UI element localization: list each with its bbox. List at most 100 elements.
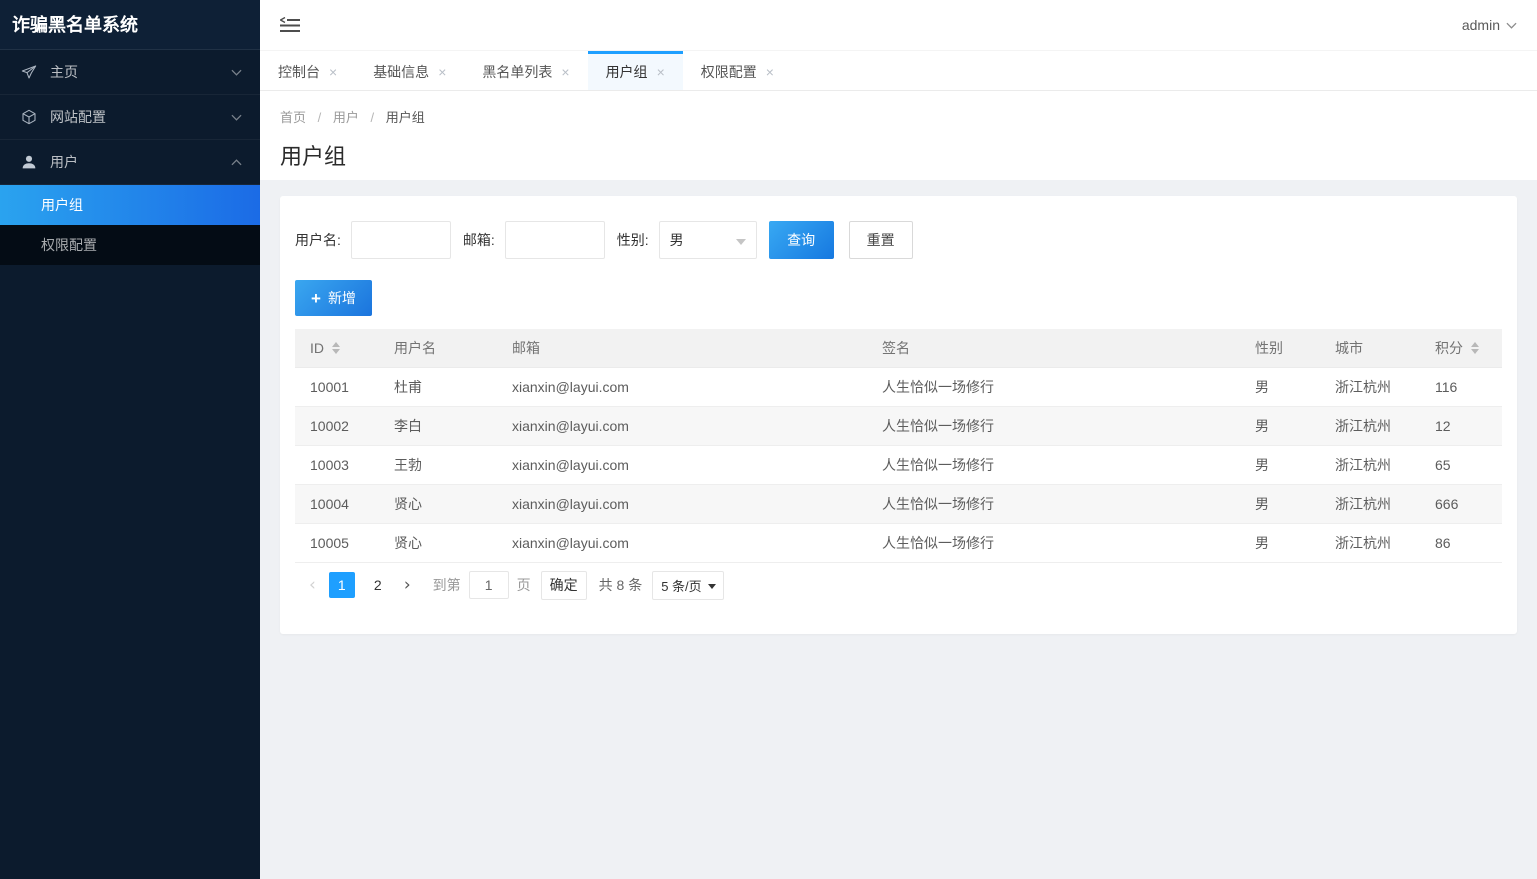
breadcrumb-home[interactable]: 首页 — [280, 110, 306, 125]
content: 用户名: 邮箱: 性别: 男 查询 重置 + 新增 ID 用户名 邮箱 签名 性… — [260, 180, 1537, 879]
cell-points: 86 — [1420, 523, 1502, 563]
tab-bar: 控制台 × 基础信息 × 黑名单列表 × 用户组 × 权限配置 × — [260, 51, 1537, 91]
table-row[interactable]: 10002 李白 xianxin@layui.com 人生恰似一场修行 男 浙江… — [295, 406, 1502, 446]
cell-city: 浙江杭州 — [1320, 523, 1420, 563]
column-header-signature: 签名 — [867, 329, 1240, 368]
close-icon[interactable]: × — [438, 65, 446, 79]
tab-label: 用户组 — [605, 64, 648, 80]
breadcrumb-separator: / — [317, 110, 322, 125]
column-label: ID — [310, 339, 324, 356]
cell-id: 10003 — [295, 445, 379, 485]
column-header-id[interactable]: ID — [295, 329, 379, 368]
table-row[interactable]: 10003 王勃 xianxin@layui.com 人生恰似一场修行 男 浙江… — [295, 445, 1502, 485]
cell-id: 10004 — [295, 484, 379, 524]
page-head: 首页 / 用户 / 用户组 用户组 — [260, 91, 1537, 180]
page-title: 用户组 — [280, 144, 347, 169]
chevron-down-icon — [735, 239, 746, 245]
sidebar-submenu-users: 用户组 权限配置 — [0, 185, 260, 265]
goto-suffix-label: 页 — [516, 577, 531, 593]
cell-username: 贤心 — [379, 523, 497, 563]
column-header-points[interactable]: 积分 — [1420, 329, 1502, 368]
user-dropdown[interactable]: admin — [1462, 17, 1517, 33]
sidebar-item-label: 网站配置 — [50, 109, 106, 125]
gender-label: 性别: — [616, 232, 649, 248]
reset-button[interactable]: 重置 — [848, 221, 913, 259]
sidebar-filler — [0, 265, 260, 879]
goto-page-input[interactable] — [468, 571, 509, 599]
username-label: admin — [1461, 17, 1500, 33]
breadcrumb-users[interactable]: 用户 — [333, 110, 359, 125]
paper-plane-icon — [20, 63, 38, 81]
cell-city: 浙江杭州 — [1320, 484, 1420, 524]
gender-select[interactable]: 男 — [658, 221, 757, 259]
page-button-1[interactable]: 1 — [328, 572, 355, 598]
user-table: ID 用户名 邮箱 签名 性别 城市 积分 10001 杜甫 xianxin@l… — [295, 329, 1502, 563]
main-area: admin 控制台 × 基础信息 × 黑名单列表 × 用户组 × 权限配置 × — [260, 0, 1537, 879]
username-input[interactable] — [350, 221, 451, 259]
close-icon[interactable]: × — [657, 65, 665, 79]
user-icon — [20, 153, 38, 171]
page-size-select[interactable]: 5 条/页 — [652, 570, 725, 600]
cell-id: 10005 — [295, 523, 379, 563]
sidebar-item-site-config[interactable]: 网站配置 — [0, 95, 260, 140]
cell-email: xianxin@layui.com — [497, 523, 867, 563]
cell-city: 浙江杭州 — [1320, 367, 1420, 407]
tab-label: 黑名单列表 — [482, 64, 553, 80]
next-page-button[interactable]: › — [396, 575, 419, 595]
tab-label: 权限配置 — [700, 64, 757, 80]
chevron-down-icon — [231, 69, 242, 76]
cell-points: 116 — [1420, 367, 1502, 407]
prev-page-button[interactable]: ‹ — [301, 575, 324, 595]
sidebar-item-label: 用户 — [50, 154, 78, 170]
sort-icon[interactable] — [1471, 341, 1479, 354]
cell-points: 12 — [1420, 406, 1502, 446]
tab-label: 控制台 — [278, 64, 320, 80]
username-label: 用户名: — [295, 232, 341, 248]
chevron-up-icon — [231, 158, 242, 166]
close-icon[interactable]: × — [329, 65, 337, 79]
cell-email: xianxin@layui.com — [497, 367, 867, 407]
table-row[interactable]: 10005 贤心 xianxin@layui.com 人生恰似一场修行 男 浙江… — [295, 523, 1502, 563]
sidebar-item-permission-config[interactable]: 权限配置 — [0, 225, 260, 265]
cell-signature: 人生恰似一场修行 — [867, 406, 1240, 446]
cell-points: 65 — [1420, 445, 1502, 485]
tab-permission-config[interactable]: 权限配置 × — [683, 51, 792, 90]
sidebar-item-users[interactable]: 用户 — [0, 140, 260, 185]
tab-basic-info[interactable]: 基础信息 × — [355, 51, 464, 90]
filter-form: 用户名: 邮箱: 性别: 男 查询 重置 — [295, 221, 1502, 259]
cell-username: 贤心 — [379, 484, 497, 524]
app-title: 诈骗黑名单系统 — [0, 0, 260, 50]
close-icon[interactable]: × — [561, 65, 569, 79]
pagination: ‹ 1 2 › 到第 页 确定 共 8 条 5 条/页 — [295, 570, 1502, 600]
sidebar-item-label: 主页 — [50, 64, 78, 80]
sidebar-collapse-icon[interactable] — [280, 17, 300, 33]
goto-confirm-button[interactable]: 确定 — [540, 570, 587, 600]
page-button-2[interactable]: 2 — [365, 572, 391, 598]
email-input[interactable] — [504, 221, 605, 259]
sidebar-item-home[interactable]: 主页 — [0, 50, 260, 95]
close-icon[interactable]: × — [766, 65, 774, 79]
table-row[interactable]: 10001 杜甫 xianxin@layui.com 人生恰似一场修行 男 浙江… — [295, 367, 1502, 407]
chevron-down-icon — [231, 114, 242, 121]
cell-id: 10001 — [295, 367, 379, 407]
total-count-label: 共 8 条 — [598, 577, 643, 593]
plus-icon: + — [311, 288, 321, 308]
cell-gender: 男 — [1240, 367, 1320, 407]
sidebar: 诈骗黑名单系统 主页 网站配置 用户 用户组 权限配置 — [0, 0, 260, 879]
tab-console[interactable]: 控制台 × — [260, 51, 355, 90]
add-button-label: 新增 — [327, 290, 356, 306]
cell-signature: 人生恰似一场修行 — [867, 484, 1240, 524]
sort-icon[interactable] — [332, 341, 340, 354]
cell-email: xianxin@layui.com — [497, 484, 867, 524]
tab-user-group[interactable]: 用户组 × — [587, 51, 683, 90]
cell-city: 浙江杭州 — [1320, 445, 1420, 485]
cell-username: 王勃 — [379, 445, 497, 485]
add-button[interactable]: + 新增 — [295, 280, 372, 316]
sidebar-item-user-group[interactable]: 用户组 — [0, 185, 260, 225]
search-button[interactable]: 查询 — [768, 221, 834, 259]
cube-icon — [20, 108, 38, 126]
tab-blacklist[interactable]: 黑名单列表 × — [464, 51, 587, 90]
cell-id: 10002 — [295, 406, 379, 446]
table-row[interactable]: 10004 贤心 xianxin@layui.com 人生恰似一场修行 男 浙江… — [295, 484, 1502, 524]
column-label: 积分 — [1435, 339, 1463, 356]
